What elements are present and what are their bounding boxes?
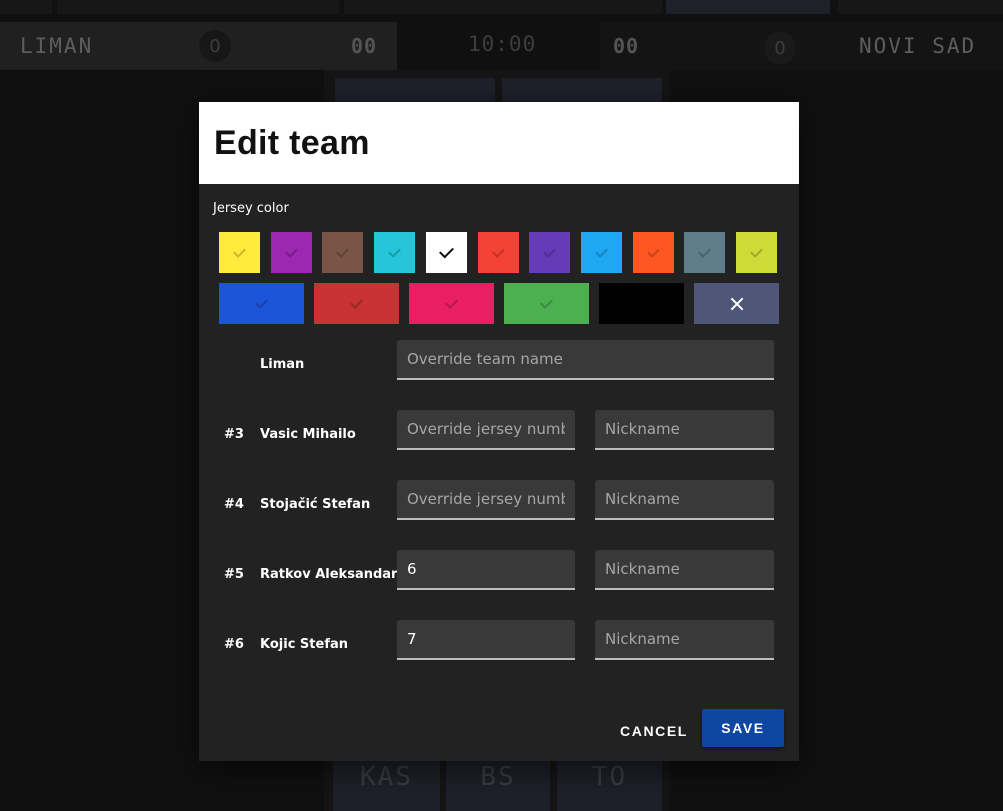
player-name: Vasic Mihailo — [260, 427, 356, 442]
swatch-cyan[interactable] — [374, 232, 416, 273]
check-icon — [438, 243, 454, 259]
swatch-brown[interactable] — [322, 232, 364, 273]
swatch-white[interactable] — [425, 232, 467, 273]
swatch-light-blue[interactable] — [580, 232, 622, 273]
player-number: #6 — [224, 637, 244, 652]
player-name: Kojic Stefan — [260, 637, 348, 652]
check-icon — [595, 244, 608, 258]
jersey-number-override-input[interactable] — [397, 550, 575, 590]
team-name-override-input[interactable] — [397, 340, 774, 380]
close-icon — [730, 297, 744, 311]
check-icon — [233, 244, 246, 258]
player-number: #5 — [224, 567, 244, 582]
nickname-input[interactable] — [595, 550, 774, 590]
swatch-yellow[interactable] — [219, 232, 260, 273]
swatch-deep-purple[interactable] — [529, 232, 571, 273]
jersey-color-label: Jersey color — [213, 201, 289, 216]
nickname-input[interactable] — [595, 480, 774, 520]
check-icon — [284, 244, 298, 258]
jersey-number-override-input[interactable] — [397, 480, 575, 520]
swatch-black[interactable] — [599, 283, 684, 324]
check-icon — [543, 244, 557, 258]
check-icon — [635, 295, 648, 309]
clear-color-button[interactable] — [694, 283, 779, 324]
jersey-number-override-input[interactable] — [397, 410, 575, 450]
check-icon — [445, 295, 458, 309]
swatch-green[interactable] — [504, 283, 589, 324]
swatch-red[interactable] — [477, 232, 519, 273]
swatch-pink[interactable] — [409, 283, 494, 324]
check-icon — [540, 295, 553, 309]
check-icon — [750, 244, 763, 258]
check-icon — [388, 244, 401, 258]
check-icon — [698, 244, 712, 258]
dialog-title: Edit team — [214, 123, 370, 162]
player-name: Stojačić Stefan — [260, 497, 371, 512]
swatch-blue-grey[interactable] — [684, 232, 726, 273]
player-number: #3 — [224, 427, 244, 442]
player-number: #4 — [224, 497, 244, 512]
player-name: Ratkov Aleksandar — [260, 567, 398, 582]
swatch-purple[interactable] — [270, 232, 312, 273]
check-icon — [336, 244, 350, 258]
check-icon — [491, 244, 505, 258]
check-icon — [646, 244, 660, 258]
swatch-lime[interactable] — [736, 232, 777, 273]
edit-team-dialog: Edit team Jersey color Liman CANCEL SAVE… — [199, 102, 799, 761]
dialog-header: Edit team — [199, 102, 799, 184]
nickname-input[interactable] — [595, 620, 774, 660]
check-icon — [350, 295, 363, 309]
swatch-dark-red[interactable] — [314, 283, 399, 324]
jersey-number-override-input[interactable] — [397, 620, 575, 660]
nickname-input[interactable] — [595, 410, 774, 450]
check-icon — [255, 295, 268, 309]
team-name-label: Liman — [260, 357, 305, 372]
swatch-deep-orange[interactable] — [632, 232, 674, 273]
cancel-button[interactable]: CANCEL — [615, 712, 693, 750]
swatch-blue[interactable] — [219, 283, 304, 324]
save-button[interactable]: SAVE — [702, 709, 784, 747]
